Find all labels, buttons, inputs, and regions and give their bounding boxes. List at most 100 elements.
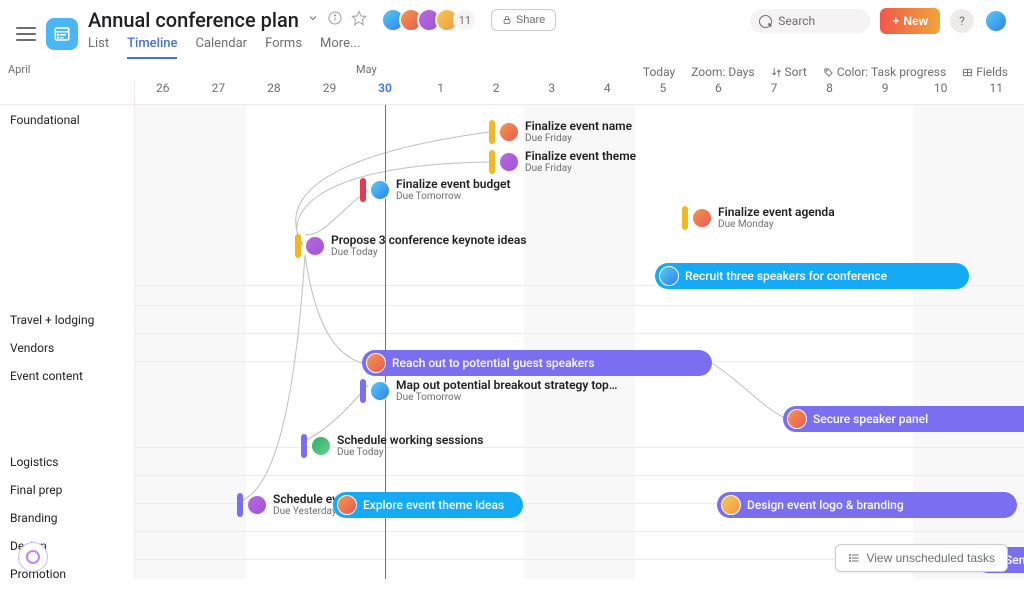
status-pill — [489, 150, 495, 174]
task-secure-speaker-panel[interactable]: Secure speaker panel — [783, 406, 1024, 432]
assignee-avatar — [370, 381, 390, 401]
assignee-avatar — [659, 266, 679, 286]
tab-timeline[interactable]: Timeline — [127, 36, 177, 59]
date-cell: 10 — [913, 81, 969, 104]
section-label[interactable]: Vendors — [0, 333, 134, 363]
task-propose-keynote-ideas[interactable]: Propose 3 conference keynote ideasDue To… — [295, 233, 575, 259]
assignee-avatar — [787, 409, 807, 429]
assignee-avatar — [499, 152, 519, 172]
list-icon — [848, 552, 860, 564]
section-label[interactable]: Travel + lodging — [0, 305, 134, 335]
tab-calendar[interactable]: Calendar — [195, 36, 247, 59]
section-label[interactable]: Final prep — [0, 475, 134, 505]
header-right: Search + New ? — [750, 8, 1008, 34]
timeline-toolbar: April May Today Zoom: Days Sort Color: T… — [0, 59, 1024, 81]
date-cell: 11 — [968, 81, 1024, 104]
assignee-avatar — [499, 122, 519, 142]
date-cell: 27 — [191, 81, 247, 104]
section-label[interactable]: Branding — [0, 503, 134, 533]
star-icon[interactable] — [351, 10, 367, 30]
info-icon[interactable] — [327, 10, 343, 30]
date-row: 26272829301234567891011 — [0, 81, 1024, 105]
date-cell: 6 — [691, 81, 747, 104]
date-cell: 28 — [246, 81, 302, 104]
task-recruit-speakers[interactable]: Recruit three speakers for conference — [655, 263, 969, 289]
page-title[interactable]: Annual conference plan — [88, 8, 299, 32]
footer: View unscheduled tasks — [835, 544, 1008, 572]
assignee-avatar — [247, 495, 267, 515]
share-label: Share — [516, 14, 545, 26]
title-row: Annual conference plan — [88, 8, 367, 32]
sort-control[interactable]: Sort — [771, 65, 807, 79]
header-center: 11 Share — [381, 8, 556, 32]
date-cell: 7 — [746, 81, 802, 104]
tasks-layer: Finalize event nameDue Friday Finalize e… — [135, 105, 1024, 579]
section-label[interactable]: Foundational — [0, 105, 134, 135]
date-cell: 30 — [357, 81, 413, 104]
section-label[interactable]: Event content — [0, 361, 134, 391]
status-pill — [360, 178, 366, 202]
date-cell: 26 — [135, 81, 191, 104]
status-pill — [682, 206, 688, 230]
view-unscheduled-button[interactable]: View unscheduled tasks — [835, 544, 1008, 572]
date-cell: 1 — [413, 81, 469, 104]
plus-icon: + — [892, 14, 899, 28]
search-input[interactable]: Search — [750, 9, 870, 33]
new-button[interactable]: + New — [880, 8, 940, 34]
tab-more[interactable]: More... — [320, 36, 360, 59]
help-button[interactable]: ? — [950, 9, 974, 33]
color-control[interactable]: Color: Task progress — [823, 65, 946, 79]
menu-icon[interactable] — [16, 27, 36, 41]
month-label-right: May — [356, 63, 377, 76]
date-cell: 9 — [857, 81, 913, 104]
tabs: List Timeline Calendar Forms More... — [88, 36, 367, 59]
month-row: April May — [0, 63, 643, 81]
assignee-avatar — [311, 436, 331, 456]
task-finalize-event-agenda[interactable]: Finalize event agendaDue Monday — [682, 205, 902, 231]
date-cell: 3 — [524, 81, 580, 104]
task-design-logo-branding[interactable]: Design event logo & branding — [717, 492, 1017, 518]
header: Annual conference plan List Timeline Cal… — [0, 0, 1024, 59]
sections-column: Foundational Travel + lodgingVendorsEvent… — [0, 105, 135, 579]
lock-icon — [502, 15, 512, 25]
task-reach-out-speakers[interactable]: Reach out to potential guest speakers — [362, 350, 712, 376]
task-finalize-event-name[interactable]: Finalize event nameDue Friday — [489, 119, 709, 145]
project-icon[interactable] — [46, 18, 78, 50]
assignee-avatar — [370, 180, 390, 200]
user-avatar[interactable] — [984, 9, 1008, 33]
status-pill — [295, 234, 301, 258]
assignee-avatar — [305, 236, 325, 256]
assignee-avatar — [337, 495, 357, 515]
avatar-overflow[interactable]: 11 — [453, 8, 477, 32]
fields-icon — [962, 67, 973, 78]
record-badge[interactable] — [18, 542, 48, 572]
tab-list[interactable]: List — [88, 36, 109, 59]
timeline-controls: Today Zoom: Days Sort Color: Task progre… — [643, 65, 1008, 79]
timeline-grid[interactable]: Finalize event nameDue Friday Finalize e… — [135, 105, 1024, 579]
month-label-left: April — [8, 63, 30, 76]
tag-icon — [823, 67, 834, 78]
section-label[interactable] — [0, 285, 134, 301]
sort-icon — [771, 67, 782, 78]
task-explore-theme-ideas[interactable]: Explore event theme ideas — [333, 492, 523, 518]
assignee-avatar — [366, 353, 386, 373]
date-cell: 4 — [580, 81, 636, 104]
share-button[interactable]: Share — [491, 9, 556, 31]
tab-forms[interactable]: Forms — [265, 36, 302, 59]
today-button[interactable]: Today — [643, 65, 675, 79]
task-finalize-event-budget[interactable]: Finalize event budgetDue Tomorrow — [360, 177, 580, 203]
section-label[interactable]: Logistics — [0, 447, 134, 477]
task-map-breakout-strategy[interactable]: Map out potential breakout strategy top…… — [360, 378, 620, 404]
task-finalize-event-theme[interactable]: Finalize event themeDue Friday — [489, 149, 709, 175]
zoom-control[interactable]: Zoom: Days — [691, 65, 754, 79]
status-pill — [489, 120, 495, 144]
date-cell: 29 — [302, 81, 358, 104]
status-pill — [237, 493, 243, 517]
date-cell: 5 — [635, 81, 691, 104]
avatar-stack[interactable]: 11 — [381, 8, 477, 32]
assignee-avatar — [721, 495, 741, 515]
task-schedule-working-sessions[interactable]: Schedule working sessionsDue Today — [301, 433, 541, 459]
chevron-down-icon[interactable] — [307, 12, 319, 28]
timeline-body: Foundational Travel + lodgingVendorsEvent… — [0, 105, 1024, 579]
fields-control[interactable]: Fields — [962, 65, 1008, 79]
